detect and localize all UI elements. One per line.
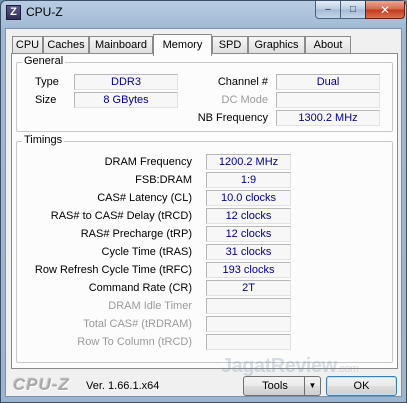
timing-label: DRAM Idle Timer	[108, 300, 192, 312]
memory-panel: General Type DDR3 Size 8 GBytes Channel …	[11, 53, 398, 369]
timing-value: 10.0 clocks	[206, 190, 291, 206]
timing-label: DRAM Frequency	[104, 156, 192, 168]
ok-button[interactable]: OK	[326, 376, 397, 396]
close-icon: ✕	[379, 2, 391, 17]
timing-value	[206, 334, 291, 350]
close-button[interactable]: ✕	[365, 1, 405, 19]
timing-value: 31 clocks	[206, 244, 291, 260]
version-label: Ver. 1.66.1.x64	[86, 380, 160, 392]
timing-value: 1:9	[206, 172, 291, 188]
dc-mode-value	[276, 92, 380, 108]
timing-label: FSB:DRAM	[135, 174, 192, 186]
size-label: Size	[35, 94, 57, 106]
timing-label: Row Refresh Cycle Time (tRFC)	[34, 264, 192, 276]
tools-button[interactable]: Tools ▼	[243, 376, 321, 396]
nb-frequency-value: 1300.2 MHz	[276, 110, 380, 126]
minimize-button[interactable]: –	[315, 1, 341, 19]
tab-memory[interactable]: Memory	[153, 34, 212, 56]
timing-label: CAS# Latency (CL)	[97, 192, 192, 204]
timing-label: Command Rate (CR)	[88, 282, 192, 294]
channel-label: Channel #	[217, 76, 268, 88]
timing-label: RAS# to CAS# Delay (tRCD)	[50, 210, 192, 222]
cpuz-window: Z CPU-Z – □ ✕ CPU Caches Mainboard Memor…	[0, 0, 407, 403]
timing-label: Cycle Time (tRAS)	[101, 246, 192, 258]
timing-value: 12 clocks	[206, 208, 291, 224]
timings-legend: Timings	[22, 134, 65, 146]
title-bar[interactable]: Z CPU-Z – □ ✕	[1, 1, 406, 25]
nb-frequency-label: NB Frequency	[197, 112, 268, 124]
maximize-icon: □	[349, 4, 357, 15]
maximize-button[interactable]: □	[340, 1, 366, 19]
type-label: Type	[35, 76, 59, 88]
timing-label: Row To Column (tRCD)	[77, 336, 192, 348]
dc-mode-label: DC Mode	[221, 94, 268, 106]
size-value: 8 GBytes	[74, 92, 178, 108]
general-group: General Type DDR3 Size 8 GBytes Channel …	[16, 55, 393, 132]
tab-strip: CPU Caches Mainboard Memory SPD Graphics…	[12, 34, 397, 56]
timing-value	[206, 298, 291, 314]
timing-value: 2T	[206, 280, 291, 296]
client-area: CPU Caches Mainboard Memory SPD Graphics…	[5, 28, 402, 397]
timing-value	[206, 316, 291, 332]
minimize-icon: –	[325, 4, 331, 15]
cpuz-app-icon: Z	[6, 5, 21, 20]
timing-value: 1200.2 MHz	[206, 154, 291, 170]
channel-value: Dual	[276, 74, 380, 90]
footer-bar: CPU-Z Ver. 1.66.1.x64 Tools ▼ OK	[6, 373, 401, 397]
type-value: DDR3	[74, 74, 178, 90]
window-title: CPU-Z	[26, 5, 63, 19]
general-legend: General	[22, 55, 66, 67]
chevron-down-icon[interactable]: ▼	[304, 377, 320, 395]
timings-group: Timings DRAM Frequency 1200.2 MHz FSB:DR…	[16, 134, 393, 363]
timing-value: 12 clocks	[206, 226, 291, 242]
timing-value: 193 clocks	[206, 262, 291, 278]
cpuz-logo: CPU-Z	[13, 375, 70, 394]
timing-label: RAS# Precharge (tRP)	[80, 228, 192, 240]
tools-button-label: Tools	[262, 380, 288, 392]
timing-label: Total CAS# (tRDRAM)	[83, 318, 192, 330]
